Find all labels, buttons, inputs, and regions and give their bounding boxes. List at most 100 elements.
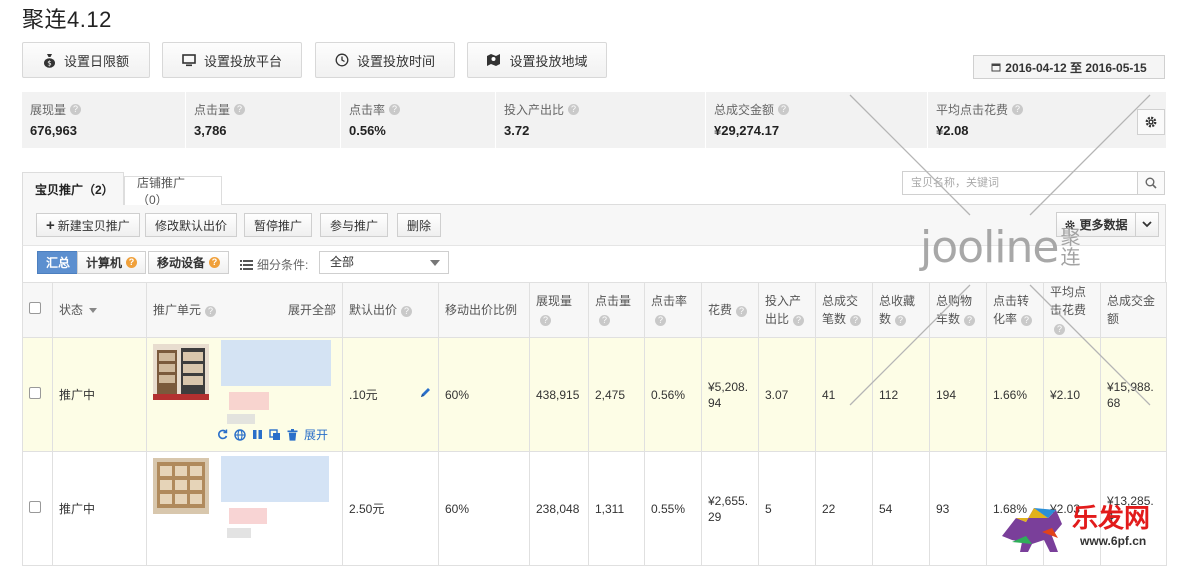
set-schedule-button[interactable]: 设置投放时间 [315, 42, 455, 78]
more-data-dropdown[interactable] [1135, 212, 1159, 237]
row-orders: 41 [815, 337, 873, 452]
set-daily-limit-label: 设置日限额 [63, 53, 129, 69]
search-button[interactable] [1137, 171, 1165, 195]
header-label: 展现量 [536, 294, 573, 308]
table-header-row: 状态 推广单元? 展开全部 默认出价? 移动出价比例 展现量? 点击量? 点击率?… [22, 282, 1167, 338]
stat-label: 投入产出比 [504, 103, 565, 117]
more-data-button[interactable]: 更多数据 [1056, 212, 1136, 237]
help-icon[interactable]: ? [793, 315, 805, 326]
header-cpc: 平均点击花费? [1043, 282, 1101, 338]
stat-label: 总成交金额 [714, 103, 775, 117]
row-select[interactable] [22, 451, 53, 566]
help-icon[interactable]: ? [1054, 324, 1065, 335]
edit-pencil-icon[interactable] [419, 386, 432, 399]
row-unit[interactable]: 展开 [146, 337, 343, 452]
row-roi: 5 [758, 451, 816, 566]
header-favorites: 总收藏数? [872, 282, 930, 338]
segment-label: 汇总 [46, 256, 71, 270]
expand-link[interactable]: 展开 [304, 426, 328, 443]
set-platform-button[interactable]: 设置投放平台 [162, 42, 302, 78]
expand-all-link[interactable]: 展开全部 [288, 301, 336, 319]
header-label: 花费 [708, 303, 733, 317]
help-icon[interactable]: ? [205, 306, 217, 317]
set-region-label: 设置投放地域 [509, 53, 588, 69]
refresh-icon[interactable] [217, 429, 228, 440]
unit-action-bar: 展开 [217, 426, 328, 443]
header-label: 默认出价 [349, 303, 398, 317]
new-promotion-button[interactable]: + 新建宝贝推广 [36, 213, 140, 237]
row-cvr: 1.68% [986, 451, 1044, 566]
row-mobile-ratio: 60% [438, 337, 530, 452]
help-icon[interactable]: ? [389, 104, 401, 115]
table-row[interactable]: 推广中 2.50元 60% 238,048 1,311 0.55% ¥2,655… [22, 451, 1167, 566]
more-data-label: 更多数据 [1079, 218, 1128, 232]
join-promotion-button[interactable]: 参与推广 [320, 213, 389, 237]
help-icon[interactable]: ? [209, 257, 221, 268]
header-status[interactable]: 状态 [52, 282, 147, 338]
row-gmv: ¥15,988.68 [1100, 337, 1167, 452]
row-bid[interactable]: 2.50元 [342, 451, 439, 566]
help-icon[interactable]: ? [540, 315, 551, 326]
help-icon[interactable]: ? [964, 315, 976, 326]
stats-settings-button[interactable] [1137, 109, 1165, 135]
header-select-all[interactable] [22, 282, 53, 338]
copy-icon[interactable] [269, 428, 281, 441]
condition-select[interactable]: 全部 [319, 251, 449, 274]
pause-promotion-button[interactable]: 暂停推广 [244, 213, 313, 237]
segment-summary[interactable]: 汇总 [37, 251, 80, 274]
row-checkbox[interactable] [29, 387, 41, 399]
pause-icon[interactable] [252, 429, 263, 440]
row-unit[interactable] [146, 451, 343, 566]
header-label: 平均点击花费 [1050, 285, 1087, 317]
row-carts: 93 [929, 451, 987, 566]
stat-impressions: 展现量? 676,963 [22, 92, 186, 148]
header-cost: 花费? [701, 282, 759, 338]
header-unit: 推广单元? 展开全部 [146, 282, 343, 338]
date-range-picker[interactable]: 2016-04-12 至 2016-05-15 [973, 55, 1165, 79]
globe-icon[interactable] [234, 428, 246, 441]
header-bid: 默认出价? [342, 282, 439, 338]
help-icon[interactable]: ? [1012, 104, 1024, 115]
svg-text:$: $ [47, 59, 51, 67]
tab-shop-promotion[interactable]: 店铺推广（0） [124, 176, 222, 207]
search-input[interactable]: 宝贝名称，关键词 [902, 171, 1138, 195]
money-bag-icon: $ [43, 53, 55, 68]
header-label: 状态 [59, 303, 84, 317]
row-select[interactable] [22, 337, 53, 452]
row-clicks: 1,311 [588, 451, 645, 566]
tab-item-promotion[interactable]: 宝贝推广（2） [22, 172, 124, 205]
help-icon[interactable]: ? [850, 315, 862, 326]
product-thumbnail[interactable] [153, 344, 209, 400]
product-thumbnail[interactable] [153, 458, 209, 514]
help-icon[interactable]: ? [895, 315, 907, 326]
table-row[interactable]: 推广中 展开 .10元 60% 438,915 2,475 0.56% ¥5,2… [22, 337, 1167, 452]
stat-value: ¥29,274.17 [714, 123, 780, 138]
row-bid[interactable]: .10元 [342, 337, 439, 452]
segment-label: 移动设备 [157, 256, 206, 270]
summary-stats: 展现量? 676,963 点击量? 3,786 点击率? 0.56% 投入产出比… [22, 92, 1166, 148]
trash-icon[interactable] [287, 428, 298, 441]
segment-computer[interactable]: 计算机 ? [77, 251, 147, 274]
help-icon[interactable]: ? [568, 104, 580, 115]
search-icon [1145, 177, 1157, 189]
help-icon[interactable]: ? [70, 104, 82, 115]
segment-mobile[interactable]: 移动设备 ? [148, 251, 230, 274]
set-daily-limit-button[interactable]: $ 设置日限额 [22, 42, 150, 78]
help-icon[interactable]: ? [234, 104, 246, 115]
list-icon [240, 259, 253, 270]
edit-default-bid-button[interactable]: 修改默认出价 [145, 213, 238, 237]
set-region-button[interactable]: 设置投放地域 [467, 42, 607, 78]
select-all-checkbox[interactable] [29, 302, 41, 314]
help-icon[interactable]: ? [736, 306, 748, 317]
header-clicks: 点击量? [588, 282, 645, 338]
blurred-info [227, 414, 255, 424]
row-checkbox[interactable] [29, 501, 41, 513]
segment-label: 计算机 [86, 256, 123, 270]
help-icon[interactable]: ? [401, 306, 413, 317]
help-icon[interactable]: ? [126, 257, 138, 268]
help-icon[interactable]: ? [599, 315, 610, 326]
help-icon[interactable]: ? [655, 315, 666, 326]
delete-button[interactable]: 删除 [397, 213, 442, 237]
help-icon[interactable]: ? [778, 104, 790, 115]
help-icon[interactable]: ? [1021, 315, 1033, 326]
